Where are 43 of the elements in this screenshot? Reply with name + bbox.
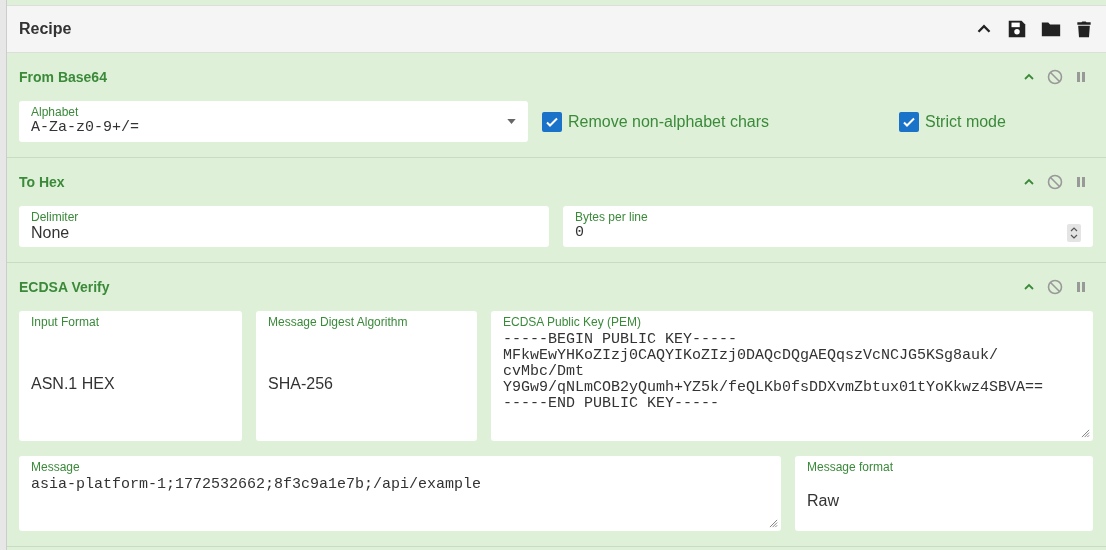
input-field[interactable]: Message asia-platform-1;1772532662;8f3c9a1e7b;/api/example bbox=[19, 456, 781, 531]
field-label: Input Format bbox=[31, 315, 100, 329]
operation-title: From Base64 bbox=[19, 69, 107, 85]
checkbox-option[interactable]: Remove non-alphabet chars bbox=[542, 111, 769, 132]
checkbox[interactable] bbox=[899, 111, 919, 132]
field-label: Alphabet bbox=[31, 105, 79, 119]
field-value: 0 bbox=[575, 224, 584, 241]
disable-icon[interactable] bbox=[1047, 174, 1063, 190]
input-field[interactable] bbox=[491, 311, 1093, 441]
field-label: Message bbox=[31, 460, 80, 474]
field-value: None bbox=[31, 224, 70, 241]
disable-icon[interactable] bbox=[1047, 69, 1063, 85]
field-value: ASN.1 HEX bbox=[31, 374, 115, 392]
field-value: SHA-256 bbox=[268, 374, 333, 392]
input-field[interactable]: Delimiter None bbox=[19, 206, 549, 247]
field-label: Bytes per line bbox=[575, 210, 648, 224]
recipe-title: Recipe bbox=[19, 20, 72, 38]
input-field[interactable]: Bytes per line 0 bbox=[563, 206, 1093, 247]
resize-handle-icon[interactable] bbox=[1081, 429, 1090, 438]
operation-title: To Hex bbox=[19, 174, 65, 190]
save-icon[interactable] bbox=[1006, 18, 1028, 40]
pause-icon[interactable] bbox=[1075, 176, 1087, 188]
input-field[interactable]: Input Format ASN.1 HEX bbox=[19, 311, 242, 441]
field-value: -----BEGIN PUBLIC KEY----- MFkwEwYHKoZIzj0CAQYIKoZIzj0DAQcDQgAEQqszVcNCJG5KSg8auk/ cvMbc/Dmt Y9Gw9/qNLmCOB2yQumh+YZ5k/feQLKb0fsDDXvmZbtux01tYoKkwz4SBVA== -----END PUBLIC KEY----- bbox=[503, 332, 1044, 412]
field-label: ECDSA Public Key (PEM) bbox=[503, 315, 642, 329]
checkbox-option[interactable]: Strict mode bbox=[899, 111, 1006, 132]
operation-title: ECDSA Verify bbox=[19, 279, 110, 295]
input-field[interactable]: Message Digest Algorithm SHA-256 bbox=[256, 311, 477, 441]
field-value: Raw bbox=[807, 492, 839, 509]
field-label: Delimiter bbox=[31, 210, 79, 224]
input-field[interactable]: Alphabet A-Za-z0-9+/= bbox=[19, 101, 528, 142]
checkbox[interactable] bbox=[542, 111, 562, 132]
field-value: A-Za-z0-9+/= bbox=[31, 119, 140, 136]
spinner-icon[interactable] bbox=[1067, 224, 1081, 242]
pause-icon[interactable] bbox=[1075, 281, 1087, 293]
resize-handle-icon[interactable] bbox=[769, 519, 778, 528]
field-value: asia-platform-1;1772532662;8f3c9a1e7b;/api/example bbox=[31, 477, 482, 493]
disable-icon[interactable] bbox=[1047, 279, 1063, 295]
field-label: Message Digest Algorithm bbox=[268, 315, 408, 329]
input-field[interactable]: Message format Raw bbox=[795, 456, 1093, 531]
caret-icon bbox=[507, 119, 516, 124]
pause-icon[interactable] bbox=[1075, 71, 1087, 83]
field-label: Message format bbox=[807, 460, 894, 474]
